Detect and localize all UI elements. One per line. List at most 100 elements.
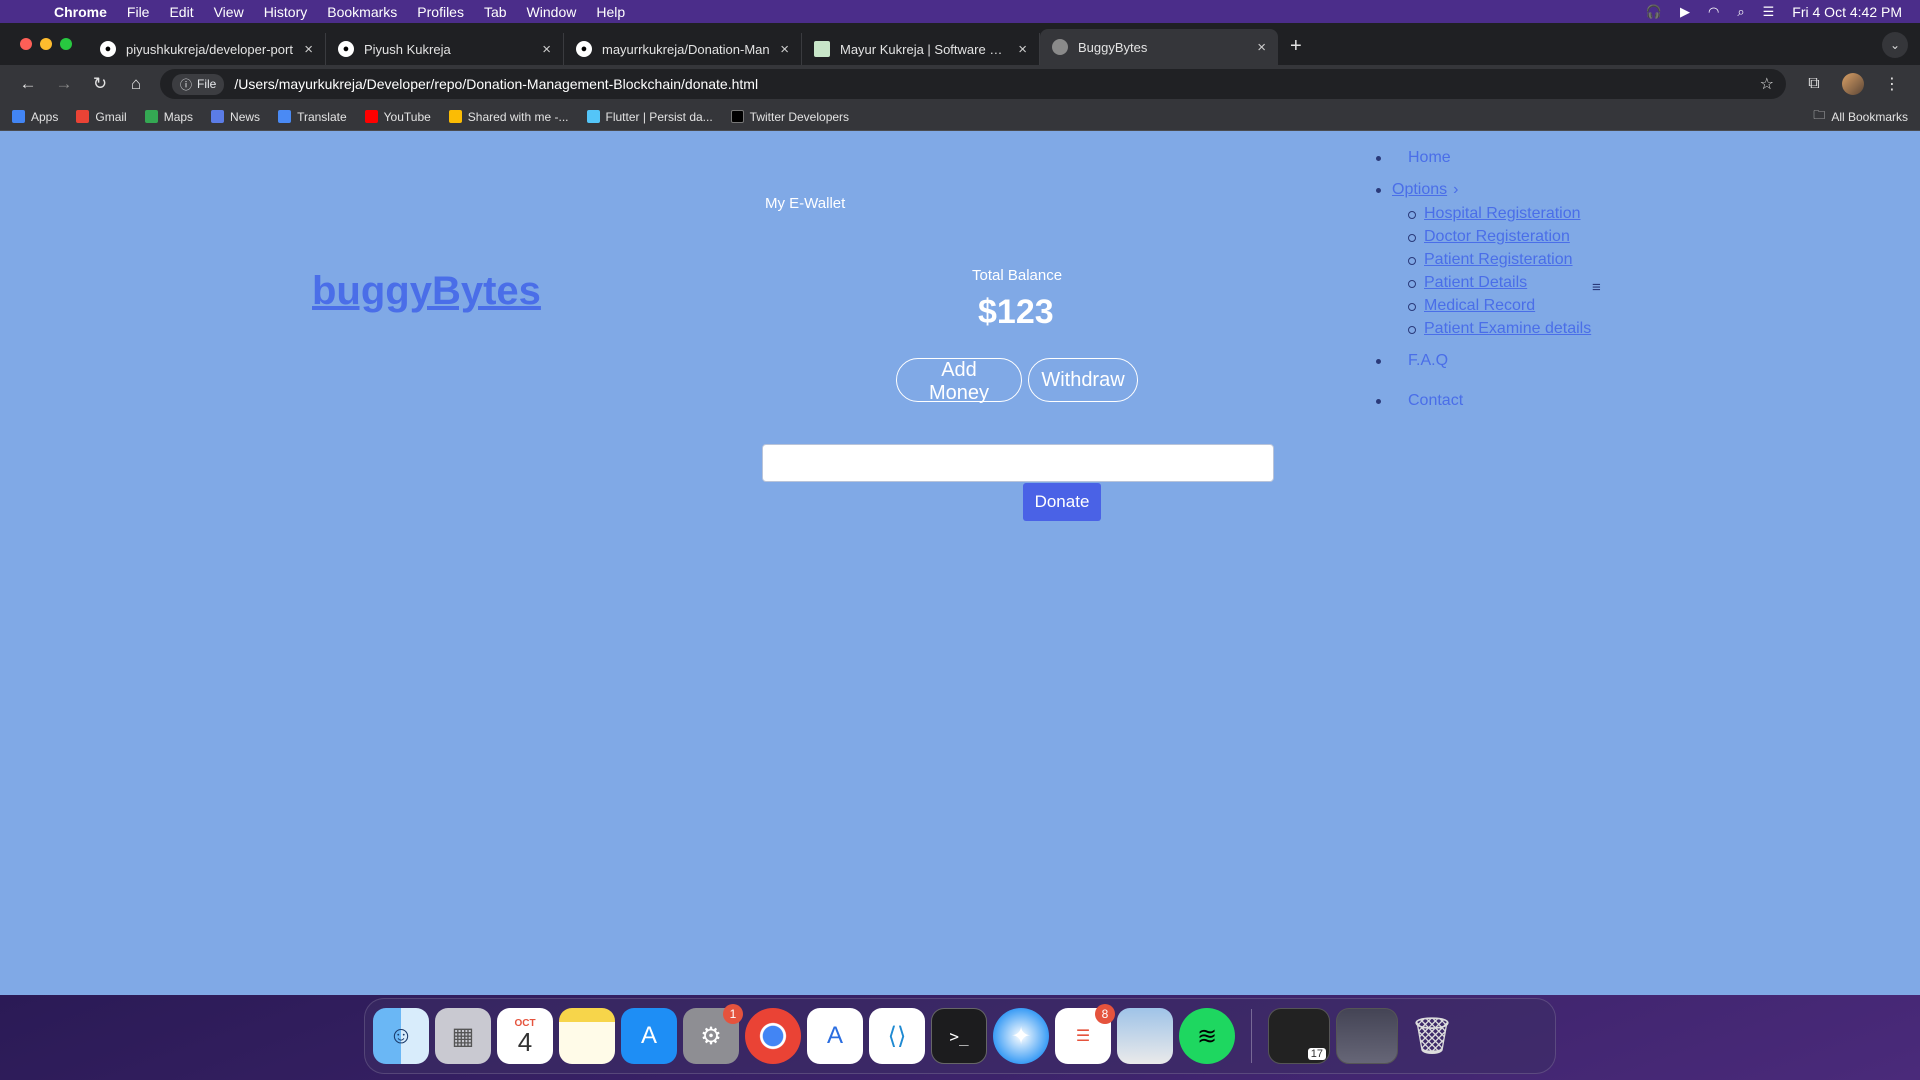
- wifi-icon[interactable]: ◠: [1708, 4, 1719, 20]
- tab-piyush-kukreja[interactable]: ● Piyush Kukreja ×: [326, 33, 564, 65]
- site-info-chip[interactable]: ⓘ File: [172, 73, 225, 95]
- menu-window[interactable]: Window: [517, 4, 587, 20]
- nav-patient-details[interactable]: Patient Details: [1408, 274, 1591, 292]
- site-logo-link[interactable]: buggyBytes: [312, 269, 541, 314]
- bookmark-star-icon[interactable]: ☆: [1760, 74, 1774, 94]
- github-icon: ●: [576, 41, 592, 57]
- bookmark-maps[interactable]: Maps: [144, 110, 193, 124]
- new-tab-button[interactable]: +: [1278, 29, 1314, 65]
- notes-icon[interactable]: [559, 1008, 615, 1064]
- add-money-button[interactable]: Add Money: [896, 358, 1022, 404]
- tab-title: Piyush Kukreja: [364, 41, 451, 57]
- tab-donation-management[interactable]: ● mayurrkukreja/Donation-Man ×: [564, 33, 802, 65]
- calendar-icon[interactable]: OCT 4: [497, 1008, 553, 1064]
- menu-tab[interactable]: Tab: [474, 4, 517, 20]
- withdraw-button[interactable]: Withdraw: [1028, 358, 1138, 402]
- back-arrow-icon[interactable]: ←: [10, 74, 46, 94]
- bookmark-label: Translate: [297, 109, 347, 124]
- minimized-calendar-window-icon[interactable]: 17: [1268, 1008, 1330, 1064]
- menu-edit[interactable]: Edit: [159, 4, 203, 20]
- all-bookmarks[interactable]: 🗀 All Bookmarks: [1813, 106, 1908, 127]
- bookmark-youtube[interactable]: YouTube: [364, 109, 431, 124]
- fullscreen-window-button[interactable]: [60, 38, 72, 50]
- close-tab-icon[interactable]: ×: [542, 41, 551, 58]
- close-tab-icon[interactable]: ×: [780, 41, 789, 58]
- all-bookmarks-label: All Bookmarks: [1831, 109, 1908, 124]
- close-tab-icon[interactable]: ×: [1018, 41, 1027, 58]
- tab-buggybytes[interactable]: BuggyBytes ×: [1040, 29, 1278, 65]
- play-icon[interactable]: ▶: [1680, 4, 1690, 20]
- nav-options[interactable]: Options › Hospital Registeration Doctor R…: [1376, 181, 1591, 338]
- nav-contact[interactable]: Contact: [1376, 392, 1591, 410]
- menu-clock[interactable]: Fri 4 Oct 4:42 PM: [1792, 4, 1902, 20]
- finder-icon[interactable]: ☺: [373, 1008, 429, 1064]
- nav-medical-record[interactable]: Medical Record: [1408, 297, 1591, 315]
- donate-button[interactable]: Donate: [1023, 483, 1101, 521]
- bookmark-apps[interactable]: Apps: [12, 110, 58, 124]
- bookmark-translate[interactable]: Translate: [278, 110, 347, 124]
- spotify-icon[interactable]: ≋: [1179, 1008, 1235, 1064]
- nav-hospital-registeration[interactable]: Hospital Registeration: [1408, 205, 1591, 223]
- menu-bookmarks[interactable]: Bookmarks: [317, 4, 407, 20]
- bookmark-gmail[interactable]: Gmail: [76, 110, 127, 124]
- tab-developer-portfolio[interactable]: ● piyushkukreja/developer-port ×: [88, 33, 326, 65]
- forward-arrow-icon[interactable]: →: [46, 74, 82, 94]
- nav-contact-label: Contact: [1408, 392, 1464, 409]
- menu-help[interactable]: Help: [586, 4, 635, 20]
- preview-icon[interactable]: [1117, 1008, 1173, 1064]
- menu-view[interactable]: View: [204, 4, 254, 20]
- terminal-icon[interactable]: >_: [931, 1008, 987, 1064]
- chrome-icon[interactable]: [745, 1008, 801, 1064]
- menu-app-name[interactable]: Chrome: [52, 4, 117, 20]
- xcode-instruments-icon[interactable]: A: [807, 1008, 863, 1064]
- thumb-calendar-day: 17: [1307, 1048, 1326, 1060]
- safari-icon[interactable]: ✦: [993, 1008, 1049, 1064]
- nav-patient-examine-details[interactable]: Patient Examine details: [1408, 320, 1591, 338]
- reload-icon[interactable]: ↻: [82, 74, 118, 94]
- reminders-icon[interactable]: ☰ 8: [1055, 1004, 1115, 1064]
- vscode-icon[interactable]: ⟨⟩: [869, 1008, 925, 1064]
- bookmark-flutter[interactable]: Flutter | Persist da...: [586, 110, 713, 124]
- close-window-button[interactable]: [20, 38, 32, 50]
- macos-dock: ☺ ▦ OCT 4 A ⚙ 1 A ⟨⟩ >_ ✦ ☰ 8 ≋ 17 🗑: [364, 998, 1556, 1074]
- nav-doctor-registeration[interactable]: Doctor Registeration: [1408, 228, 1591, 246]
- bookmark-shared-with-me[interactable]: Shared with me -...: [448, 110, 569, 124]
- bookmark-twitter-developers[interactable]: Twitter Developers: [730, 110, 849, 124]
- chrome-menu-icon[interactable]: ⋮: [1874, 74, 1910, 94]
- minimized-safari-window-icon[interactable]: [1336, 1008, 1398, 1064]
- nav-patient-registeration[interactable]: Patient Registeration: [1408, 251, 1591, 269]
- bookmark-label: YouTube: [383, 109, 431, 124]
- spotlight-search-icon[interactable]: ⌕: [1737, 4, 1744, 20]
- nav-home[interactable]: Home: [1376, 149, 1591, 167]
- headphones-icon[interactable]: 🎧: [1646, 4, 1662, 20]
- system-settings-icon[interactable]: ⚙ 1: [683, 1004, 743, 1064]
- url-text[interactable]: /Users/mayurkukreja/Developer/repo/Donat…: [234, 76, 1759, 92]
- control-center-icon[interactable]: ☰: [1763, 4, 1775, 20]
- chrome-window: ● piyushkukreja/developer-port × ● Piyus…: [0, 23, 1920, 995]
- address-bar[interactable]: ⓘ File /Users/mayurkukreja/Developer/rep…: [160, 69, 1786, 99]
- tab-search-chevron-icon[interactable]: ⌄: [1882, 32, 1908, 58]
- youtube-icon: [364, 110, 378, 123]
- donation-amount-input[interactable]: [762, 444, 1274, 482]
- extensions-puzzle-icon[interactable]: ⧉: [1796, 75, 1832, 93]
- launchpad-icon[interactable]: ▦: [435, 1008, 491, 1064]
- x-logo-icon: [730, 110, 744, 123]
- close-tab-icon[interactable]: ×: [304, 41, 313, 58]
- app-store-icon[interactable]: A: [621, 1008, 677, 1064]
- trash-icon[interactable]: 🗑: [1404, 1008, 1460, 1064]
- home-icon[interactable]: ⌂: [118, 74, 154, 94]
- minimize-window-button[interactable]: [40, 38, 52, 50]
- folder-icon: 🗀: [1813, 108, 1826, 122]
- maps-icon: [144, 110, 158, 123]
- profile-avatar[interactable]: [1842, 73, 1864, 95]
- nav-faq[interactable]: F.A.Q: [1376, 352, 1591, 370]
- menu-profiles[interactable]: Profiles: [407, 4, 474, 20]
- bookmark-news[interactable]: News: [211, 110, 260, 124]
- close-tab-icon[interactable]: ×: [1257, 39, 1266, 56]
- menu-history[interactable]: History: [254, 4, 318, 20]
- menu-file[interactable]: File: [117, 4, 160, 20]
- gmail-icon: [76, 110, 90, 123]
- macos-menu-bar: Chrome File Edit View History Bookmarks …: [0, 0, 1920, 23]
- hamburger-menu-icon[interactable]: ≡: [1592, 279, 1601, 296]
- tab-mayur-kukreja[interactable]: Mayur Kukreja | Software Eng ×: [802, 33, 1040, 65]
